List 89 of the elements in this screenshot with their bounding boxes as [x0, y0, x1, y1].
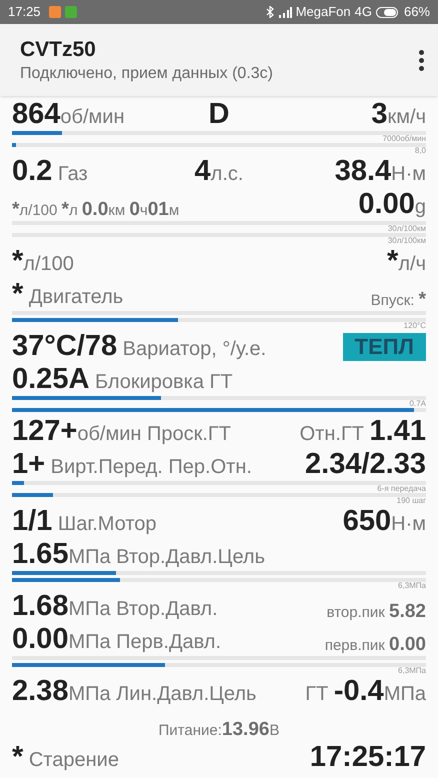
- unit-label: Отн.ГТ: [300, 424, 365, 444]
- unit-label: Н·м: [391, 514, 426, 534]
- reading-value: *: [12, 200, 20, 219]
- reading-value: 1+: [12, 450, 46, 479]
- reading-value: 0.00: [389, 635, 426, 654]
- network-type: 4G: [354, 3, 372, 22]
- clock: 17:25: [8, 3, 41, 22]
- unit-label: ГТ: [305, 684, 330, 704]
- reading-value: 37°C/78: [12, 332, 118, 361]
- reading-value: 0.2: [12, 157, 52, 186]
- reading-value: 0.00: [358, 190, 415, 219]
- reading-value: 0.25A: [12, 365, 90, 394]
- unit-label: л.с.: [210, 164, 244, 184]
- reading-value: 17:25:17: [310, 743, 426, 772]
- signal-icon: [278, 6, 292, 18]
- reading-value: *: [418, 290, 426, 309]
- reading-value: 1/1: [12, 507, 52, 536]
- reading-value: *: [12, 743, 24, 772]
- unit-label: Шаг.Мотор: [56, 514, 156, 534]
- reading-value: -0.4: [334, 677, 384, 706]
- scale-label: 190 шаг: [396, 497, 426, 505]
- reading-value: 01: [148, 200, 169, 219]
- scale-label: 120°C: [404, 322, 426, 330]
- battery-icon: [376, 6, 400, 18]
- reading-value: 5.82: [389, 602, 426, 621]
- app-title: CVTz50: [20, 38, 97, 60]
- unit-label: МПа: [384, 684, 426, 704]
- unit-label: л/100: [23, 254, 74, 274]
- caption: Питание:: [158, 723, 222, 738]
- reading-value: 2.34/2.33: [305, 450, 426, 479]
- unit-label: км/ч: [388, 107, 426, 127]
- unit-label: л/100: [19, 203, 58, 218]
- app-icon: [64, 6, 77, 18]
- unit-label: МПа Втор.Давл.Цель: [68, 547, 265, 567]
- reading-value: 0.0: [82, 200, 108, 219]
- reading-value: 1.41: [370, 417, 426, 446]
- reading-value: *: [12, 280, 24, 309]
- scale-label: 8,0: [414, 147, 426, 155]
- reading-value: 0.00: [12, 625, 68, 654]
- reading-value: *: [387, 247, 398, 276]
- unit-label: g: [414, 197, 426, 217]
- scale-label: 0.7A: [410, 400, 426, 408]
- unit-label: об/мин Проск.ГТ: [77, 424, 231, 444]
- unit-label: Блокировка ГТ: [94, 372, 233, 392]
- caption: перв.пик: [324, 638, 386, 653]
- scale-label: 6,3МПа: [398, 667, 426, 675]
- reading-value: 127+: [12, 417, 78, 446]
- unit-label: л/ч: [398, 254, 426, 274]
- unit-label: м: [168, 203, 180, 218]
- unit-label: ч: [140, 203, 148, 218]
- reading-value: 3: [371, 100, 388, 129]
- unit-label: Вирт.Перед. Пер.Отн.: [50, 457, 252, 477]
- scale-label: 6,3МПа: [398, 582, 426, 590]
- reading-value: 13.96: [222, 720, 270, 739]
- battery-percent: 66%: [404, 3, 430, 22]
- reading-value: 2.38: [12, 677, 68, 706]
- carrier-name: MegaFon: [296, 3, 351, 22]
- app-icon: [48, 6, 61, 18]
- reading-value: 0: [129, 200, 140, 219]
- unit-label: л: [68, 203, 79, 218]
- reading-value: *: [12, 247, 24, 276]
- unit-label: Двигатель: [28, 287, 124, 307]
- scale-label: 7000об/мин: [382, 135, 426, 143]
- unit-label: МПа Втор.Давл.: [68, 599, 218, 619]
- reading-value: 38.4: [334, 157, 392, 186]
- caption: втор.пик: [326, 605, 386, 620]
- caption: Впуск:: [370, 293, 416, 308]
- unit-label: Н·м: [391, 164, 426, 184]
- unit-label: Газ: [56, 164, 88, 184]
- caption: В: [269, 723, 280, 738]
- reading-value: 650: [342, 507, 392, 536]
- unit-label: Вариатор, °/у.е.: [122, 339, 266, 359]
- reading-value: 1.68: [12, 592, 68, 621]
- bluetooth-icon: [266, 6, 274, 18]
- status-badge: ТЕПЛ: [342, 333, 426, 361]
- reading-value: D: [208, 100, 230, 129]
- reading-value: 864: [12, 100, 60, 129]
- unit-label: об/мин: [60, 107, 124, 127]
- scale-label: 30л/100км: [388, 225, 426, 233]
- reading-value: 4: [194, 157, 211, 186]
- unit-label: км: [108, 203, 126, 218]
- reading-value: 1.65: [12, 540, 68, 569]
- connection-status: Подключено, прием данных (0.3с): [20, 66, 274, 82]
- scale-label: 30л/100км: [388, 237, 426, 245]
- reading-value: *: [62, 200, 69, 219]
- scale-label: 6-я передача: [377, 485, 426, 493]
- unit-label: Старение: [28, 750, 119, 770]
- unit-label: МПа Перв.Давл.: [68, 632, 222, 652]
- unit-label: МПа Лин.Давл.Цель: [68, 684, 256, 704]
